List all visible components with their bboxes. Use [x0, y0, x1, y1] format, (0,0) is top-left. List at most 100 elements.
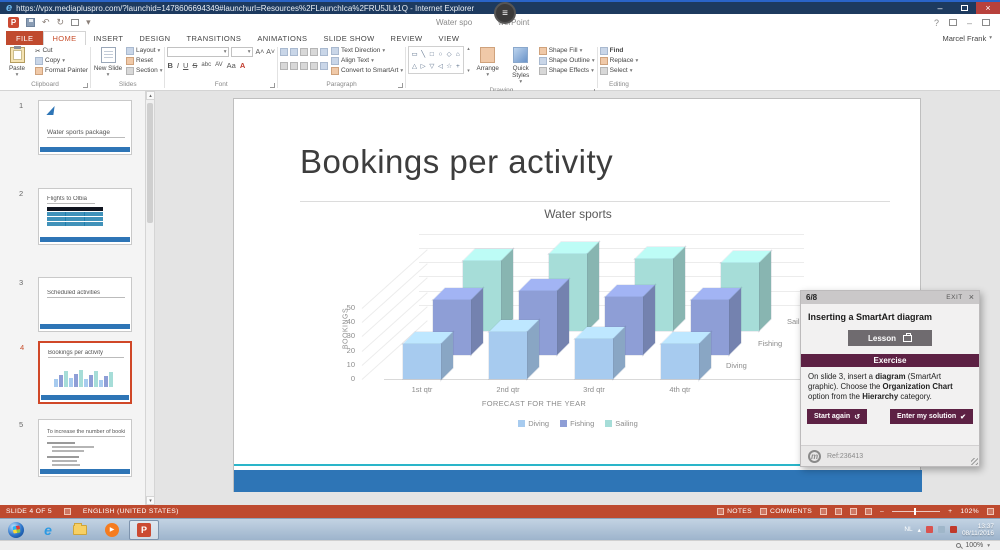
thumbnail-slide-2[interactable]: 2 Flights to Olbia [38, 188, 132, 245]
shape-glyph[interactable]: + [456, 63, 460, 70]
pp-restore-button[interactable] [982, 19, 990, 26]
text-shadow-button[interactable]: abc [201, 62, 211, 68]
shape-glyph[interactable]: ▽ [429, 62, 434, 70]
scroll-up-icon[interactable]: ▴ [146, 91, 155, 100]
clipboard-dialog-launcher[interactable] [83, 83, 88, 88]
numbering-icon[interactable] [290, 48, 298, 56]
shape-glyph[interactable]: ☆ [446, 62, 452, 70]
align-center-icon[interactable] [290, 62, 298, 70]
shape-glyph[interactable]: ⌂ [456, 51, 460, 58]
tab-transitions[interactable]: TRANSITIONS [179, 31, 250, 45]
tray-icon-1[interactable] [926, 526, 933, 533]
shape-effects-button[interactable]: Shape Effects▾ [539, 66, 595, 75]
shape-glyph[interactable]: □ [430, 51, 434, 58]
save-icon[interactable] [26, 18, 35, 27]
paragraph-dialog-launcher[interactable] [398, 83, 403, 88]
exit-button[interactable]: EXIT [946, 294, 962, 301]
notes-toggle[interactable]: NOTES [717, 508, 752, 515]
tray-icon-2[interactable] [938, 526, 945, 533]
thumbnail-slide-3[interactable]: 3 Scheduled activities [38, 277, 132, 332]
thumbnail-scrollbar[interactable]: ▴ ▾ [146, 91, 155, 505]
shape-glyph[interactable]: ○ [439, 51, 443, 58]
qat-customize-icon[interactable]: ▾ [86, 18, 91, 27]
format-painter-button[interactable]: Format Painter [35, 66, 88, 75]
pp-minimize-button[interactable]: – [967, 18, 972, 28]
copy-button[interactable]: Copy▾ [35, 56, 88, 65]
zoom-slider[interactable] [892, 511, 940, 512]
training-panel-header[interactable]: 6/8 EXIT × [801, 291, 979, 304]
zoom-slider-thumb[interactable] [914, 508, 916, 515]
start-again-button[interactable]: Start again ↺ [807, 409, 867, 424]
increase-indent-icon[interactable] [310, 48, 318, 56]
reset-button[interactable]: Reset [126, 56, 162, 65]
tab-review[interactable]: REVIEW [383, 31, 431, 45]
shape-glyph[interactable]: ╲ [421, 50, 425, 58]
tray-icon-3[interactable] [950, 526, 957, 533]
justify-icon[interactable] [310, 62, 318, 70]
taskbar-media-button[interactable]: ▶ [97, 520, 127, 540]
close-icon[interactable]: × [969, 293, 974, 302]
shape-fill-button[interactable]: Shape Fill▾ [539, 46, 595, 55]
shapes-gallery-scroll[interactable]: ▴ ▾ [467, 46, 470, 74]
select-button[interactable]: Select▾ [600, 66, 639, 75]
normal-view-button[interactable] [820, 508, 827, 515]
quick-styles-button[interactable]: Quick Styles ▾ [506, 46, 536, 86]
ribbon-display-options-button[interactable] [949, 19, 957, 26]
thumbnail-slide-1[interactable]: 1 Water sports package [38, 100, 132, 155]
shape-glyph[interactable]: ◇ [447, 50, 452, 58]
thumbnail-slide-4-selected[interactable]: 4 Bookings per activity [38, 341, 132, 404]
ie-close-button[interactable]: × [976, 2, 1000, 14]
help-button[interactable]: ? [934, 18, 939, 28]
slideshow-view-button[interactable] [865, 508, 872, 515]
layout-button[interactable]: Layout▾ [126, 46, 162, 55]
comments-toggle[interactable]: COMMENTS [760, 508, 812, 515]
paste-button[interactable]: Paste ▾ [2, 46, 32, 79]
section-button[interactable]: Section▾ [126, 66, 162, 75]
decrease-indent-icon[interactable] [300, 48, 308, 56]
ie-maximize-button[interactable] [952, 2, 976, 14]
reading-view-button[interactable] [850, 508, 857, 515]
zoom-out-button[interactable]: – [880, 508, 884, 515]
align-right-icon[interactable] [300, 62, 308, 70]
taskbar-ie-button[interactable]: e [33, 520, 63, 540]
ie-zoom-level[interactable]: 100% [965, 542, 983, 549]
font-size-combobox[interactable]: ▾ [231, 47, 253, 57]
tab-slide-show[interactable]: SLIDE SHOW [315, 31, 382, 45]
shape-glyph[interactable]: ▭ [411, 50, 417, 58]
grow-font-button[interactable]: A˄ [255, 49, 264, 56]
arrange-button[interactable]: Arrange ▾ [473, 46, 503, 79]
bold-button[interactable]: B [167, 61, 172, 70]
shape-outline-button[interactable]: Shape Outline▾ [539, 56, 595, 65]
tab-file[interactable]: FILE [6, 31, 43, 45]
ie-zoom-dropdown-icon[interactable]: ▾ [987, 543, 990, 549]
scroll-down-icon[interactable]: ▾ [146, 496, 155, 505]
taskbar-powerpoint-button[interactable]: P [129, 520, 159, 540]
shrink-font-button[interactable]: A˅ [266, 49, 275, 56]
redo-icon[interactable]: ↻ [57, 18, 65, 27]
language-indicator[interactable]: ENGLISH (UNITED STATES) [83, 508, 179, 515]
tab-insert[interactable]: INSERT [86, 31, 132, 45]
columns-icon[interactable] [320, 62, 328, 70]
taskbar-clock[interactable]: 13:37 08/11/2016 [962, 523, 994, 537]
undo-icon[interactable]: ↶ [42, 18, 50, 27]
tab-home[interactable]: HOME [43, 31, 85, 45]
tray-expand-icon[interactable]: ▴ [918, 526, 921, 534]
training-menu-button[interactable]: ≡ [494, 2, 516, 24]
align-text-button[interactable]: Align Text▾ [331, 56, 403, 65]
powerpoint-icon[interactable]: P [8, 17, 19, 28]
user-account-menu[interactable]: Marcel Frank ▾ [942, 31, 992, 45]
convert-to-smartart-button[interactable]: Convert to SmartArt▾ [331, 66, 403, 75]
zoom-percentage[interactable]: 102% [960, 508, 979, 515]
start-button[interactable] [1, 520, 31, 540]
change-case-button[interactable]: Aa [227, 61, 236, 70]
align-left-icon[interactable] [280, 62, 288, 70]
bullets-icon[interactable] [280, 48, 288, 56]
scrollbar-thumb[interactable] [147, 103, 153, 223]
spellcheck-button[interactable] [64, 508, 71, 515]
line-spacing-icon[interactable] [320, 48, 328, 56]
font-name-combobox[interactable]: ▾ [167, 47, 229, 57]
font-dialog-launcher[interactable] [270, 83, 275, 88]
strikethrough-button[interactable]: S [192, 61, 197, 70]
lesson-button[interactable]: Lesson [848, 330, 932, 346]
tab-view[interactable]: VIEW [431, 31, 468, 45]
